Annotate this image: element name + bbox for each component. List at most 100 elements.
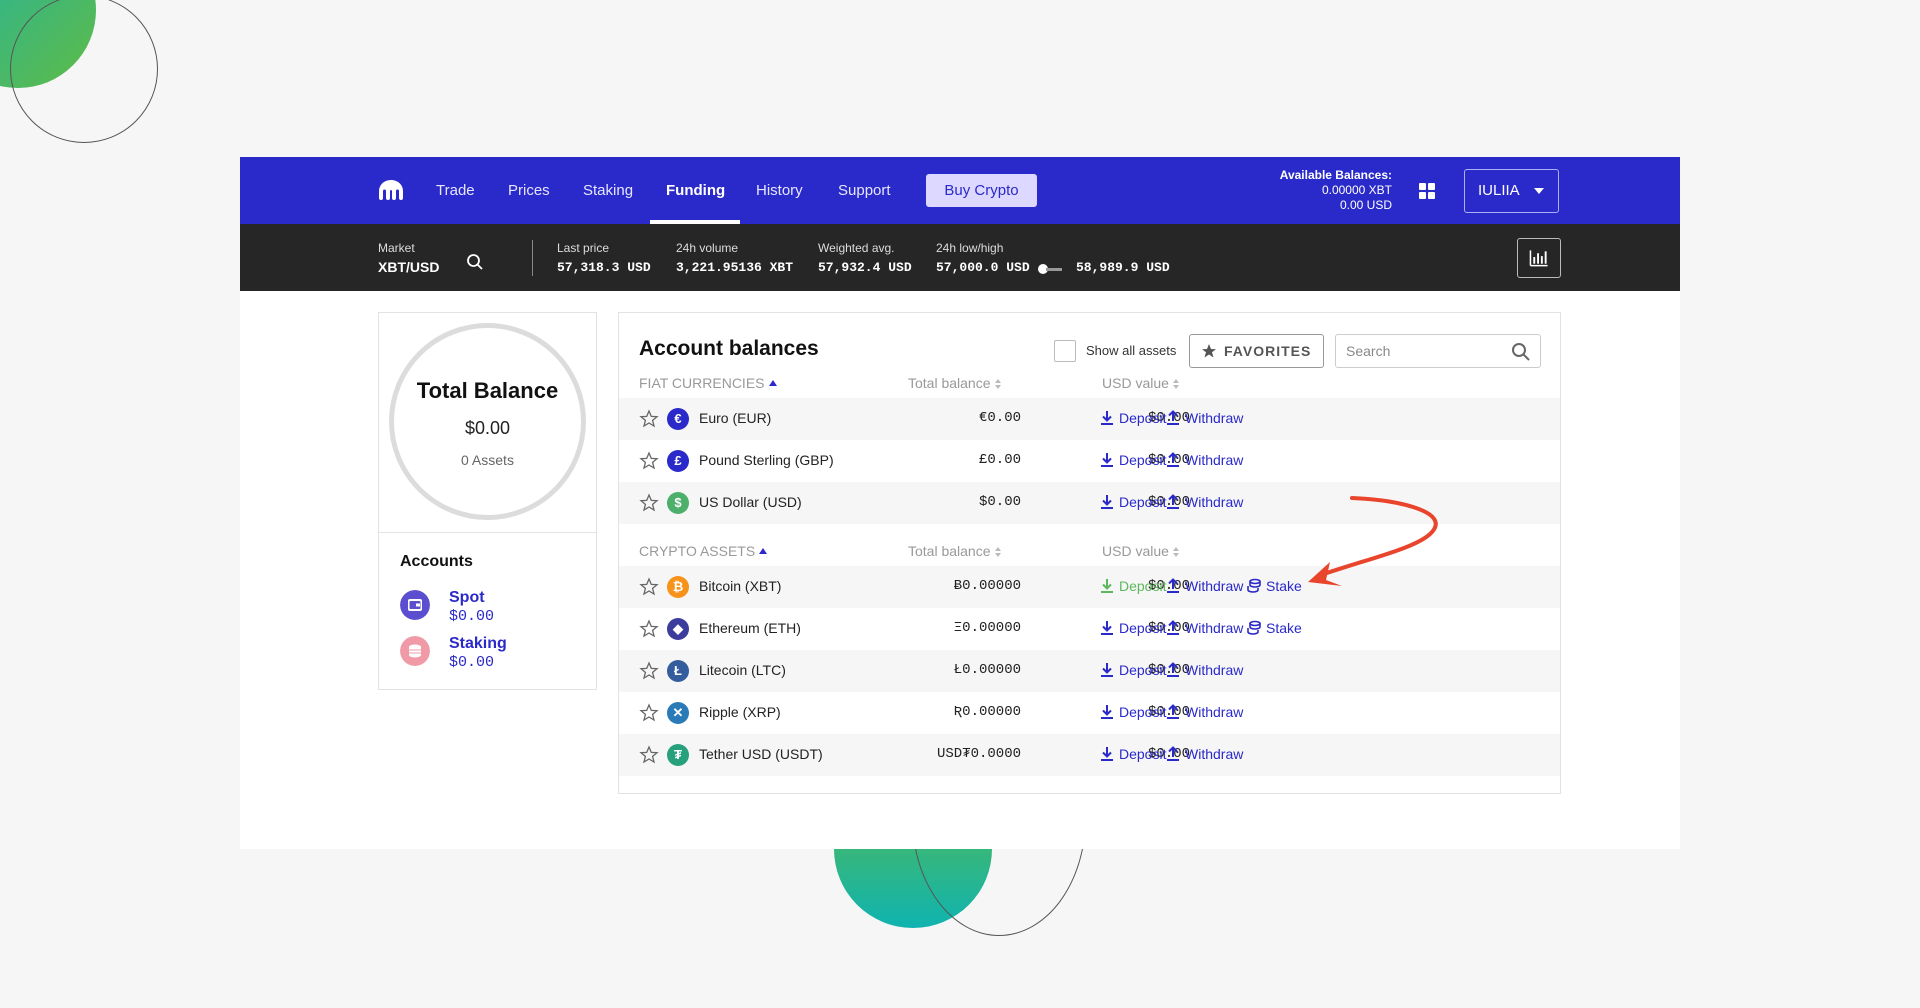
deposit-link[interactable]: Deposit [1099, 452, 1166, 468]
balance-ring: Total Balance $0.00 0 Assets [389, 323, 586, 520]
account-balances-title: Account balances [639, 337, 819, 360]
asset-balance: USD₮0.0000 [936, 746, 1021, 762]
buy-crypto-button[interactable]: Buy Crypto [926, 174, 1037, 207]
user-menu-button[interactable]: IULIIA [1464, 169, 1559, 213]
upload-icon [1167, 410, 1179, 425]
crypto-header[interactable]: CRYPTO ASSETS [639, 543, 768, 559]
download-icon [1101, 663, 1113, 677]
dollar-icon: $ [667, 492, 689, 514]
favorite-star-icon[interactable] [639, 745, 659, 765]
asset-balance: $0.00 [978, 494, 1021, 510]
deposit-link[interactable]: Deposit [1099, 410, 1166, 426]
table-row: ₮ Tether USD (USDT) USD₮0.0000 $0.00 Dep… [619, 734, 1560, 776]
table-row: Ł Litecoin (LTC) Ł0.00000 $0.00 Deposit … [619, 650, 1560, 692]
asset-count: 0 Assets [461, 452, 514, 468]
nav-funding[interactable]: Funding [666, 157, 725, 224]
favorite-star-icon[interactable] [639, 661, 659, 681]
search-input[interactable] [1336, 335, 1496, 367]
withdraw-link[interactable]: Withdraw [1165, 704, 1243, 720]
ripple-icon: ✕ [667, 702, 689, 724]
asset-balance: Ƀ0.00000 [953, 578, 1021, 594]
low-value: 57,000.0 USD [936, 260, 1030, 275]
withdraw-link[interactable]: Withdraw [1165, 746, 1243, 762]
high-value: 58,989.9 USD [1076, 260, 1170, 275]
favorite-star-icon[interactable] [639, 619, 659, 639]
asset-balance: Ł0.00000 [953, 662, 1021, 678]
stake-link[interactable]: Stake [1246, 578, 1302, 594]
nav-staking[interactable]: Staking [583, 157, 633, 224]
coins-stack-icon [400, 636, 430, 666]
table-row: £ Pound Sterling (GBP) £0.00 $0.00 Depos… [619, 440, 1560, 482]
withdraw-link[interactable]: Withdraw [1165, 620, 1243, 636]
favorites-button[interactable]: FAVORITES [1189, 334, 1324, 368]
chevron-down-icon [1534, 188, 1544, 194]
crypto-usd-header[interactable]: USD value [1102, 543, 1181, 559]
chart-toggle-button[interactable] [1517, 238, 1561, 278]
withdraw-link[interactable]: Withdraw [1165, 452, 1243, 468]
favorite-star-icon[interactable] [639, 577, 659, 597]
deposit-link[interactable]: Deposit [1099, 662, 1166, 678]
sort-ascending-icon [768, 380, 777, 386]
pound-icon: £ [667, 450, 689, 472]
divider [379, 532, 596, 533]
nav-prices[interactable]: Prices [508, 157, 550, 224]
favorite-star-icon[interactable] [639, 451, 659, 471]
asset-name: Ripple (XRP) [699, 704, 781, 720]
nav-support[interactable]: Support [838, 157, 891, 224]
wallet-icon [400, 590, 430, 620]
account-spot-link[interactable]: Spot [449, 589, 485, 607]
available-xbt: 0.00000 XBT [1321, 183, 1392, 197]
account-staking-link[interactable]: Staking [449, 635, 507, 653]
star-icon [1202, 344, 1216, 358]
sort-icon [994, 547, 1003, 557]
stake-link[interactable]: Stake [1246, 620, 1302, 636]
account-spot-value: $0.00 [449, 608, 495, 625]
nav-history[interactable]: History [756, 157, 803, 224]
withdraw-link[interactable]: Withdraw [1165, 494, 1243, 510]
asset-name: Ethereum (ETH) [699, 620, 801, 636]
divider [532, 240, 533, 276]
upload-icon [1167, 494, 1179, 509]
upload-icon [1167, 452, 1179, 467]
last-price-value: 57,318.3 USD [557, 260, 651, 275]
nav-trade[interactable]: Trade [436, 157, 475, 224]
apps-grid-icon[interactable] [1419, 183, 1435, 199]
asset-name: Euro (EUR) [699, 410, 772, 426]
sort-ascending-icon [759, 548, 768, 554]
deposit-link[interactable]: Deposit [1099, 494, 1166, 510]
crypto-total-header[interactable]: Total balance [908, 543, 1003, 559]
market-pair[interactable]: XBT/USD [378, 259, 439, 275]
download-icon [1101, 621, 1113, 635]
favorite-star-icon[interactable] [639, 493, 659, 513]
kraken-logo-icon[interactable] [378, 179, 404, 201]
favorite-star-icon[interactable] [639, 409, 659, 429]
coins-stack-icon [1247, 620, 1261, 635]
last-price-label: Last price [557, 241, 610, 255]
deposit-link[interactable]: Deposit [1099, 704, 1166, 720]
deposit-link[interactable]: Deposit [1099, 578, 1166, 594]
download-icon [1101, 411, 1113, 425]
withdraw-link[interactable]: Withdraw [1165, 578, 1243, 594]
annotation-arrow-icon [1308, 496, 1438, 586]
available-usd: 0.00 USD [1339, 198, 1392, 212]
search-icon[interactable] [1511, 342, 1531, 362]
asset-search [1335, 334, 1541, 368]
available-balances: Available Balances: 0.00000 XBT 0.00 USD [1280, 168, 1392, 213]
withdraw-link[interactable]: Withdraw [1165, 410, 1243, 426]
show-all-assets-label: Show all assets [1086, 343, 1177, 358]
tether-icon: ₮ [667, 744, 689, 766]
deposit-link[interactable]: Deposit [1099, 746, 1166, 762]
decor-ring [10, 0, 158, 143]
market-label: Market [378, 241, 415, 255]
favorite-star-icon[interactable] [639, 703, 659, 723]
download-icon [1101, 705, 1113, 719]
available-title: Available Balances: [1279, 168, 1392, 182]
search-icon[interactable] [466, 253, 484, 271]
fiat-header[interactable]: FIAT CURRENCIES [639, 375, 777, 391]
withdraw-link[interactable]: Withdraw [1165, 662, 1243, 678]
deposit-link[interactable]: Deposit [1099, 620, 1166, 636]
fiat-usd-header[interactable]: USD value [1102, 375, 1181, 391]
show-all-assets-checkbox[interactable] [1054, 340, 1076, 362]
fiat-total-header[interactable]: Total balance [908, 375, 1003, 391]
coins-stack-icon [1247, 578, 1261, 593]
